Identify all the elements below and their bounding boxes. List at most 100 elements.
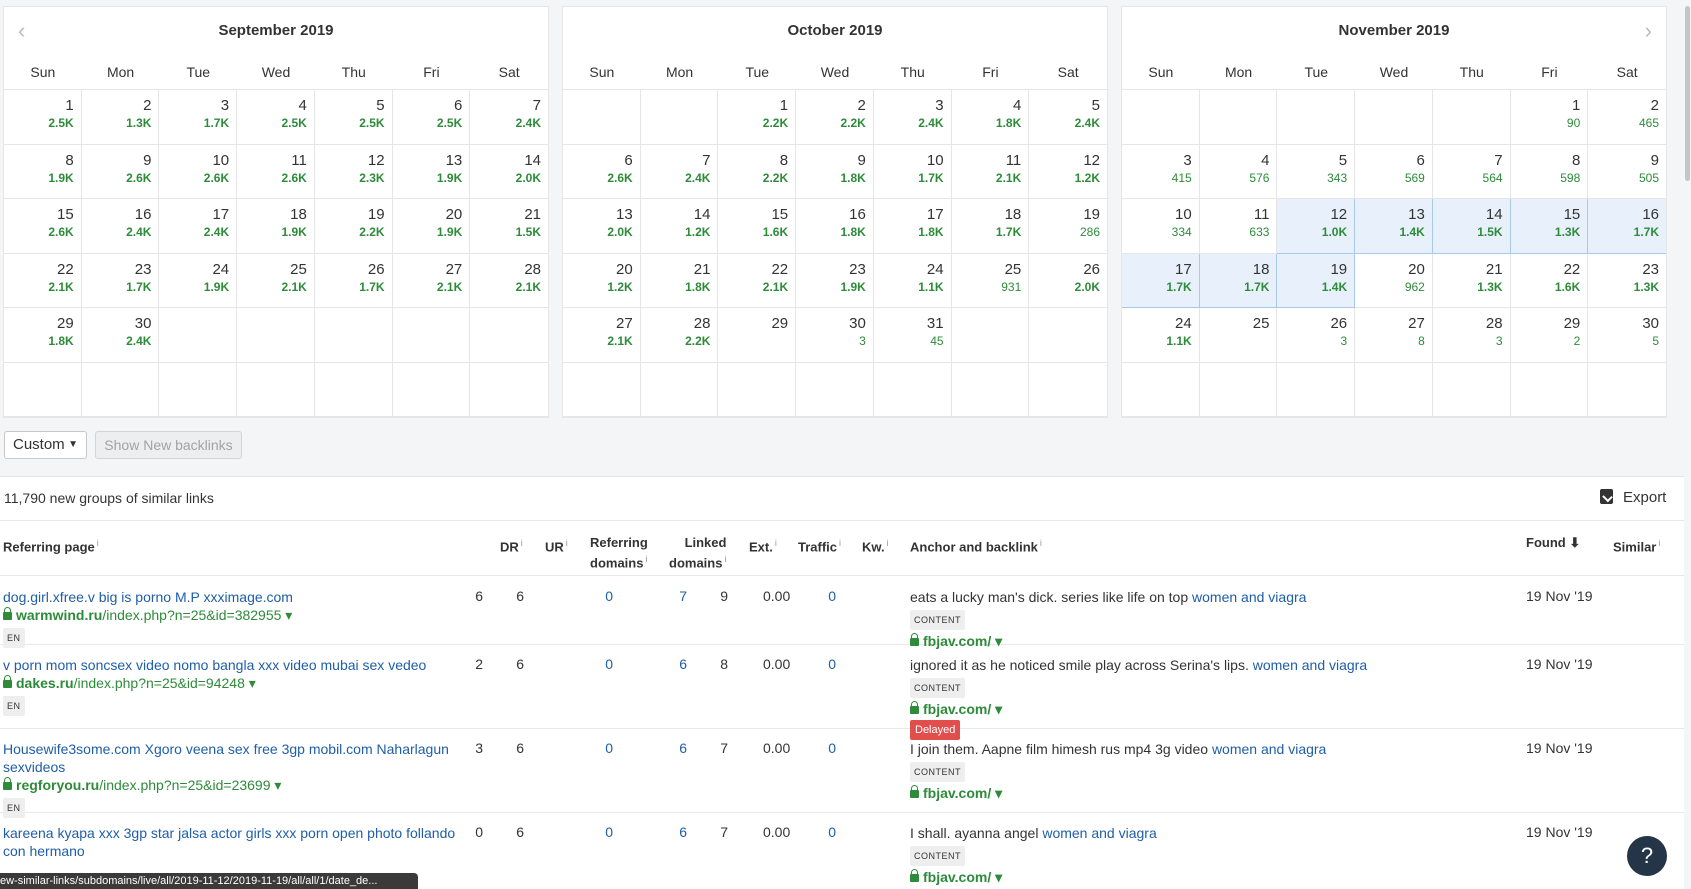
col-kw[interactable]: Kw. i <box>862 535 889 555</box>
help-button[interactable]: ? <box>1627 836 1667 876</box>
scrollbar[interactable] <box>1684 0 1691 889</box>
calendar-day[interactable]: 9 505 <box>1588 144 1666 199</box>
col-found[interactable]: Found ⬇ <box>1526 535 1580 551</box>
calendar-day[interactable]: 10 1.7K <box>873 144 952 199</box>
calendar-day[interactable]: 22 2.1K <box>4 253 82 308</box>
calendar-day[interactable]: 20 1.9K <box>392 199 471 254</box>
calendar-day[interactable]: 26 2.0K <box>1029 253 1107 308</box>
calendar-day[interactable]: 14 2.0K <box>470 144 548 199</box>
cell-ref[interactable]: 0 <box>587 824 613 840</box>
calendar-day[interactable]: 24 1.1K <box>873 253 952 308</box>
referring-page-url-link[interactable]: dakes.ru/index.php?n=25&id=94248 ▾ <box>3 674 473 692</box>
calendar-day[interactable]: 1 2.2K <box>718 90 797 145</box>
calendar-day[interactable]: 24 1.9K <box>159 253 238 308</box>
calendar-day[interactable]: 27 8 <box>1355 308 1433 363</box>
calendar-day[interactable]: 30 3 <box>796 308 874 363</box>
calendar-day[interactable]: 5 2.5K <box>314 90 393 145</box>
calendar-day[interactable]: 21 1.5K <box>470 199 548 254</box>
col-traffic[interactable]: Traffic i <box>798 535 841 555</box>
chevron-left-icon[interactable]: ‹ <box>18 20 25 42</box>
calendar-day[interactable]: 19 1.4K <box>1277 253 1356 308</box>
col-referring-domains[interactable]: Referring domains i <box>590 535 648 571</box>
calendar-day[interactable]: 16 2.4K <box>81 199 160 254</box>
calendar-day[interactable]: 12 1.0K <box>1277 199 1356 254</box>
calendar-day[interactable]: 24 1.1K <box>1122 308 1200 363</box>
calendar-day[interactable]: 20 962 <box>1355 253 1433 308</box>
referring-page-title-link[interactable]: v porn mom soncsex video nomo bangla xxx… <box>3 657 426 673</box>
calendar-day[interactable]: 21 1.8K <box>640 253 719 308</box>
cell-kw[interactable]: 0 <box>810 824 836 840</box>
calendar-day[interactable]: 17 2.4K <box>159 199 238 254</box>
calendar-day[interactable]: 28 2.1K <box>470 253 548 308</box>
calendar-day[interactable]: 29 <box>718 308 797 363</box>
backlink-target-link[interactable]: fbjav.com/ ▾ <box>910 700 1510 718</box>
calendar-day[interactable]: 3 2.4K <box>873 90 952 145</box>
calendar-day[interactable]: 18 1.7K <box>1199 253 1278 308</box>
cell-ref[interactable]: 0 <box>587 740 613 756</box>
referring-page-title-link[interactable]: kareena kyapa xxx 3gp star jalsa actor g… <box>3 825 455 859</box>
calendar-day[interactable]: 28 3 <box>1432 308 1511 363</box>
calendar-day[interactable]: 13 1.4K <box>1355 199 1433 254</box>
cell-linked[interactable]: 6 <box>661 740 687 756</box>
calendar-day[interactable]: 11 2.6K <box>237 144 315 199</box>
calendar-day[interactable]: 1 2.5K <box>4 90 82 145</box>
calendar-day[interactable]: 2 2.2K <box>796 90 874 145</box>
calendar-day[interactable]: 2 1.3K <box>81 90 160 145</box>
col-linked-domains[interactable]: Linked domains i <box>669 535 726 571</box>
calendar-day[interactable]: 6 2.6K <box>563 144 641 199</box>
calendar-day[interactable]: 8 1.9K <box>4 144 82 199</box>
calendar-day[interactable]: 14 1.5K <box>1432 199 1511 254</box>
anchor-keyword-link[interactable]: women and viagra <box>1192 589 1306 605</box>
cell-linked[interactable]: 6 <box>661 824 687 840</box>
col-dr[interactable]: DR i <box>500 535 523 555</box>
backlink-target-link[interactable]: fbjav.com/ ▾ <box>910 868 1510 886</box>
calendar-day[interactable]: 30 5 <box>1588 308 1666 363</box>
calendar-day[interactable]: 23 1.9K <box>796 253 874 308</box>
calendar-day[interactable]: 10 2.6K <box>159 144 238 199</box>
calendar-day[interactable]: 25 <box>1199 308 1278 363</box>
calendar-day[interactable]: 22 2.1K <box>718 253 797 308</box>
col-referring-page[interactable]: Referring page i <box>3 535 99 555</box>
calendar-day[interactable]: 20 1.2K <box>563 253 641 308</box>
calendar-day[interactable]: 23 1.3K <box>1588 253 1666 308</box>
cell-linked[interactable]: 7 <box>661 588 687 604</box>
calendar-day[interactable]: 5 343 <box>1277 144 1356 199</box>
calendar-day[interactable]: 26 3 <box>1277 308 1356 363</box>
calendar-day[interactable]: 19 2.2K <box>314 199 393 254</box>
calendar-day[interactable]: 13 1.9K <box>392 144 471 199</box>
calendar-day[interactable]: 15 2.6K <box>4 199 82 254</box>
calendar-day[interactable]: 27 2.1K <box>563 308 641 363</box>
calendar-day[interactable]: 21 1.3K <box>1432 253 1511 308</box>
cell-kw[interactable]: 0 <box>810 588 836 604</box>
calendar-day[interactable]: 9 1.8K <box>796 144 874 199</box>
calendar-day[interactable]: 11 2.1K <box>951 144 1030 199</box>
calendar-day[interactable]: 13 2.0K <box>563 199 641 254</box>
referring-page-title-link[interactable]: dog.girl.xfree.v big is porno M.P xxxima… <box>3 589 293 605</box>
calendar-day[interactable]: 12 1.2K <box>1029 144 1107 199</box>
calendar-day[interactable]: 16 1.7K <box>1588 199 1666 254</box>
calendar-day[interactable]: 8 2.2K <box>718 144 797 199</box>
calendar-day[interactable]: 29 1.8K <box>4 308 82 363</box>
show-new-backlinks-button[interactable]: Show New backlinks <box>95 431 242 459</box>
calendar-day[interactable]: 15 1.3K <box>1510 199 1589 254</box>
calendar-day[interactable]: 6 2.5K <box>392 90 471 145</box>
calendar-day[interactable]: 16 1.8K <box>796 199 874 254</box>
cell-ref[interactable]: 0 <box>587 656 613 672</box>
calendar-day[interactable]: 25 2.1K <box>237 253 315 308</box>
anchor-keyword-link[interactable]: women and viagra <box>1253 657 1367 673</box>
cell-linked[interactable]: 6 <box>661 656 687 672</box>
backlink-target-link[interactable]: fbjav.com/ ▾ <box>910 784 1510 802</box>
col-ur[interactable]: UR i <box>545 535 568 555</box>
calendar-day[interactable]: 5 2.4K <box>1029 90 1107 145</box>
calendar-day[interactable]: 7 2.4K <box>640 144 719 199</box>
calendar-day[interactable]: 28 2.2K <box>640 308 719 363</box>
referring-page-title-link[interactable]: Housewife3some.com Xgoro veena sex free … <box>3 741 449 775</box>
calendar-day[interactable]: 15 1.6K <box>718 199 797 254</box>
anchor-keyword-link[interactable]: women and viagra <box>1042 825 1156 841</box>
calendar-day[interactable]: 14 1.2K <box>640 199 719 254</box>
calendar-day[interactable]: 4 1.8K <box>951 90 1030 145</box>
calendar-day[interactable]: 18 1.7K <box>951 199 1030 254</box>
calendar-day[interactable]: 23 1.7K <box>81 253 160 308</box>
calendar-day[interactable]: 4 2.5K <box>237 90 315 145</box>
calendar-day[interactable]: 3 415 <box>1122 144 1200 199</box>
